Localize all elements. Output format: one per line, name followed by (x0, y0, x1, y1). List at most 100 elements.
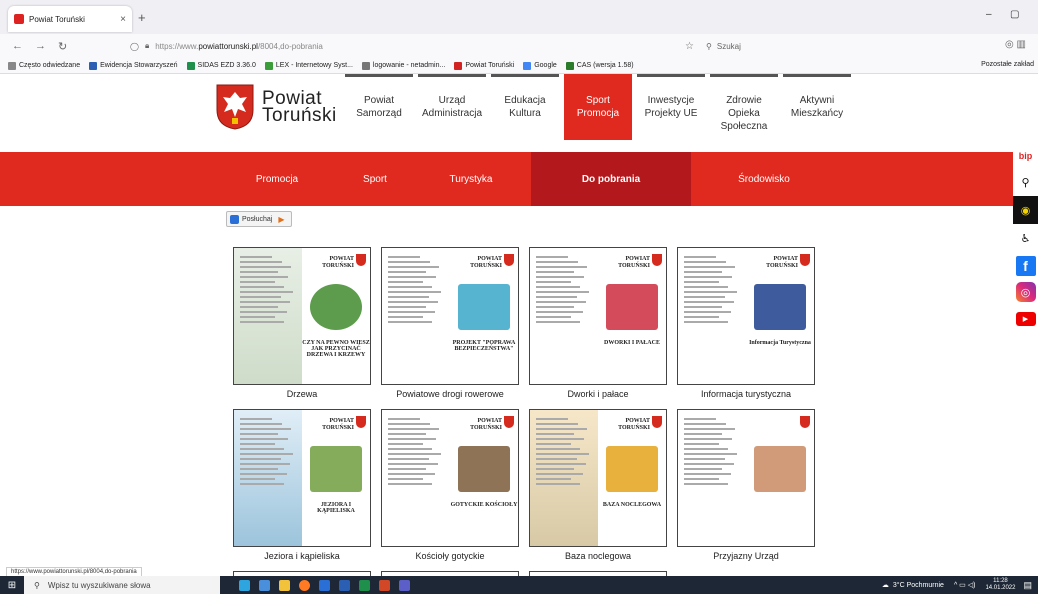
brochure-cover-title: POWIAT TORUŃSKI (470, 256, 502, 269)
brochure-thumbnail[interactable]: POWIAT TORUŃSKI DWORKI I PAŁACE (529, 247, 667, 385)
windows-start-icon[interactable]: ⊞ (0, 576, 24, 594)
brochure-cover-page: POWIAT TORUŃSKI Informacja Turystyczna (746, 248, 814, 384)
bookmark-item[interactable]: Google (523, 61, 557, 70)
search-icon[interactable]: ⚲ (1013, 168, 1038, 196)
bookmark-item[interactable]: LEX - Internetowy Syst... (264, 61, 353, 70)
menu-item-sport[interactable]: Sport Promocja (564, 74, 632, 140)
taskbar-app-powerpoint-icon[interactable] (374, 576, 394, 594)
brochure-caption[interactable]: Drzewa (233, 389, 371, 399)
facebook-icon[interactable]: f (1015, 256, 1036, 276)
url-bar[interactable]: ◯ 🔒︎ https://www. powiattorunski.pl /800… (130, 36, 700, 56)
taskbar-app-firefox-icon[interactable] (294, 576, 314, 594)
forward-arrow-icon[interactable]: → (35, 40, 46, 52)
bookmark-item[interactable]: Często odwiedzane (8, 61, 80, 70)
taskbar-app-excel-icon[interactable] (354, 576, 374, 594)
taskbar-search-placeholder: Wpisz tu wyszukiwane słowa (47, 580, 151, 590)
brochure-caption[interactable]: Baza noclegowa (529, 551, 667, 561)
brochure-card[interactable]: POWIAT TORUŃSKI CZY NA PEWNO WIESZ JAK PR… (233, 247, 371, 399)
brochure-caption[interactable]: Informacja turystyczna (677, 389, 815, 399)
subnav-item-promocja[interactable]: Promocja (225, 152, 329, 206)
browser-search-input[interactable]: ⚲ Szukaj (700, 37, 980, 55)
menu-item-label: Edukacja (504, 95, 546, 106)
contrast-eye-icon[interactable]: ◉ (1013, 196, 1038, 224)
brochure-card[interactable]: Przyjazny Urząd (677, 409, 815, 561)
bookmark-item[interactable]: Ewidencja Stowarzyszeń (89, 61, 178, 70)
brochure-thumbnail[interactable] (677, 409, 815, 547)
brochure-card[interactable]: POWIAT TORUŃSKI DWORKI I PAŁACE Dworki i p… (529, 247, 667, 399)
brochure-card[interactable]: POWIAT TORUŃSKI BAZA NOCLEGOWA Baza nocleg… (529, 409, 667, 561)
bookmark-label: SIDAS EZD 3.36.0 (197, 62, 256, 69)
accessibility-icon[interactable]: ♿︎ (1013, 224, 1038, 252)
menu-item-zdrowie[interactable]: Zdrowie Opieka Społeczna (710, 74, 778, 140)
extensions-icon[interactable]: ◎ ▥ (1005, 39, 1026, 50)
brochure-card[interactable]: POWIAT TORUŃSKI GOTYCKIE KOŚCIOŁY Kościoły… (381, 409, 519, 561)
brochure-caption[interactable]: Jeziora i kąpieliska (233, 551, 371, 561)
bookmark-item[interactable]: logowanie - netadmin... (361, 61, 445, 70)
brochure-card[interactable]: POWIAT TORUŃSKI Informacja Turystyczna Inf… (677, 247, 815, 399)
maximize-button[interactable]: ▢ (1010, 9, 1019, 20)
close-tab-icon[interactable]: × (120, 14, 126, 25)
tray-icons[interactable]: ^ ▭ ◁) (954, 581, 976, 589)
bookmark-item[interactable]: Powiat Toruński (454, 61, 514, 70)
other-bookmarks-folder[interactable]: Pozostałe zakład (981, 61, 1034, 68)
menu-item-aktywni[interactable]: Aktywni Mieszkańcy (783, 74, 851, 140)
back-arrow-icon[interactable]: ← (12, 40, 23, 52)
play-icon: ▶ (278, 214, 285, 224)
taskbar-app-mail-icon[interactable] (314, 576, 334, 594)
taskbar-app-store-icon[interactable] (254, 576, 274, 594)
brochure-thumbnail[interactable]: POWIAT TORUŃSKI CZY NA PEWNO WIESZ JAK PR… (233, 247, 371, 385)
brochure-caption[interactable]: Kościoły gotyckie (381, 551, 519, 561)
taskbar-app-word-icon[interactable] (334, 576, 354, 594)
bip-link[interactable]: bip (1013, 144, 1038, 168)
notifications-icon[interactable]: ▤ (1023, 580, 1032, 591)
menu-item-label: Samorząd (356, 108, 402, 119)
instagram-icon[interactable]: ◎ (1015, 282, 1036, 302)
brochure-card[interactable]: POWIAT TORUŃSKI JEZIORA I KĄPIELISKA Jezio… (233, 409, 371, 561)
brochure-cover-title: POWIAT TORUŃSKI (618, 418, 650, 431)
taskbar-app-explorer-icon[interactable] (274, 576, 294, 594)
brochure-thumbnail[interactable]: POWIAT TORUŃSKI BAZA NOCLEGOWA (529, 409, 667, 547)
brochure-cover-image (606, 284, 658, 330)
search-icon: ⚲ (706, 41, 712, 51)
taskbar-clock[interactable]: 11:28 14.01.2022 (985, 578, 1015, 592)
listen-button[interactable]: Posłuchaj ▶ (226, 211, 292, 227)
brochure-card[interactable]: POWIAT TORUŃSKI PROJEKT "POPRAWA BEZPIECZ… (381, 247, 519, 399)
coat-of-arms-icon (652, 416, 662, 428)
sub-nav-bar: Promocja Sport Turystyka Do pobrania Śro… (0, 152, 1013, 206)
brochure-thumbnail[interactable]: POWIAT TORUŃSKI JEZIORA I KĄPIELISKA (233, 409, 371, 547)
subnav-item-srodowisko[interactable]: Środowisko (700, 152, 828, 206)
minimize-button[interactable]: – (986, 9, 992, 20)
brochure-caption[interactable]: Dworki i pałace (529, 389, 667, 399)
menu-item-edukacja[interactable]: Edukacja Kultura (491, 74, 559, 140)
bookmark-item[interactable]: CAS (wersja 1.58) (565, 61, 634, 70)
brochure-cover-text: DWORKI I PAŁACE (604, 340, 660, 346)
brochure-inner-page (678, 248, 746, 384)
bookmarks-bar: Często odwiedzane Ewidencja Stowarzyszeń S… (0, 58, 1038, 74)
coat-of-arms-icon (504, 416, 514, 428)
youtube-icon[interactable]: ▶ (1015, 312, 1036, 326)
reload-icon[interactable]: ↻ (58, 40, 67, 53)
menu-item-urzad[interactable]: Urząd Administracja (418, 74, 486, 140)
brochure-thumbnail[interactable]: POWIAT TORUŃSKI Informacja Turystyczna (677, 247, 815, 385)
menu-item-inwestycje[interactable]: Inwestycje Projekty UE (637, 74, 705, 140)
brochure-thumbnail[interactable]: POWIAT TORUŃSKI PROJEKT "POPRAWA BEZPIECZ… (381, 247, 519, 385)
taskbar-search-input[interactable]: ⚲ Wpisz tu wyszukiwane słowa (24, 576, 220, 594)
subnav-item-do-pobrania[interactable]: Do pobrania (531, 152, 691, 206)
brochure-cover-title: POWIAT TORUŃSKI (322, 418, 354, 431)
menu-item-label: Projekty UE (644, 108, 698, 119)
browser-tab[interactable]: Powiat Toruński × (8, 6, 132, 32)
subnav-item-turystyka[interactable]: Turystyka (420, 152, 522, 206)
bookmark-item[interactable]: SIDAS EZD 3.36.0 (186, 61, 256, 70)
brochure-caption[interactable]: Powiatowe drogi rowerowe (381, 389, 519, 399)
bookmark-star-icon[interactable]: ☆ (685, 41, 694, 52)
taskbar-app-edge-icon[interactable] (234, 576, 254, 594)
brochure-thumbnail[interactable]: POWIAT TORUŃSKI GOTYCKIE KOŚCIOŁY (381, 409, 519, 547)
new-tab-button[interactable]: + (138, 10, 146, 25)
brochure-caption[interactable]: Przyjazny Urząd (677, 551, 815, 561)
site-logo[interactable]: Powiat Toruński (216, 84, 337, 130)
brochure-cover-text: PROJEKT "POPRAWA BEZPIECZEŃSTWA" (452, 340, 516, 352)
brochure-cover-page (746, 410, 814, 546)
menu-item-powiat[interactable]: Powiat Samorząd (345, 74, 413, 140)
taskbar-app-teams-icon[interactable] (394, 576, 414, 594)
subnav-item-sport[interactable]: Sport (335, 152, 415, 206)
